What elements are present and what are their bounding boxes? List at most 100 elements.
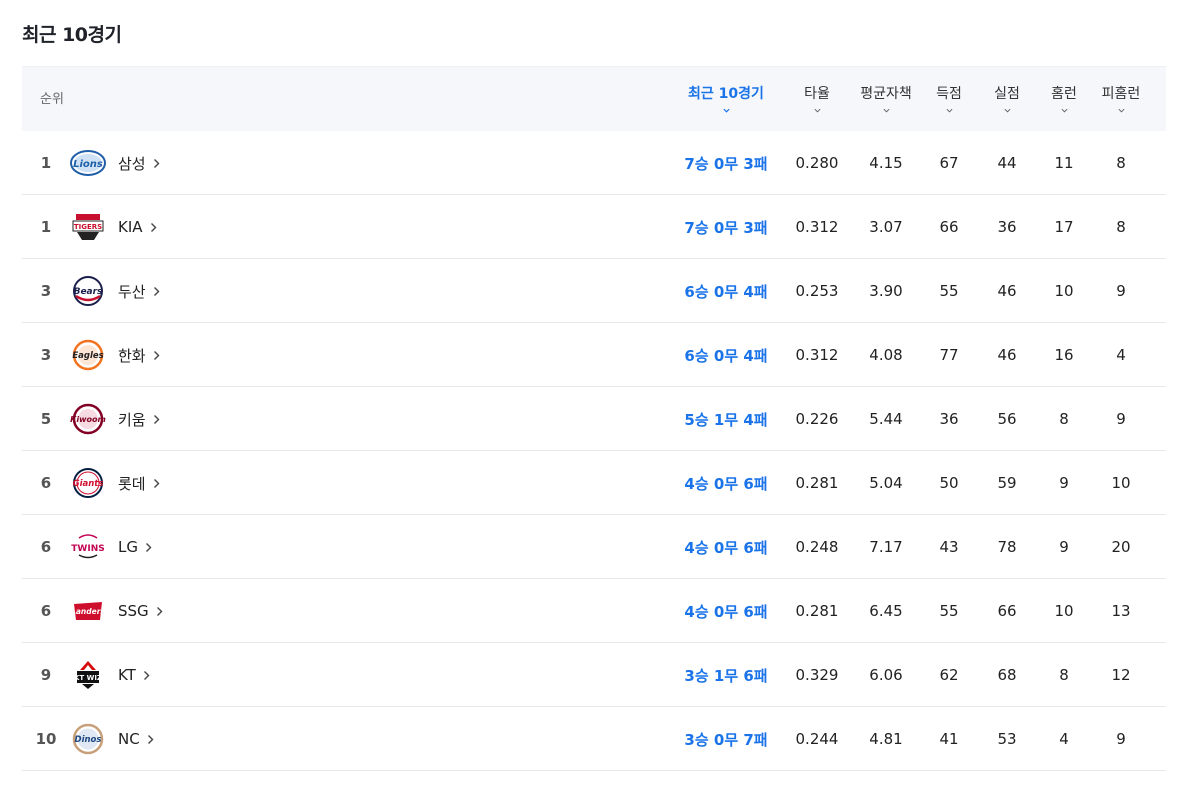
home-runs: 9	[1059, 474, 1069, 492]
batting-avg: 0.312	[795, 218, 839, 236]
runs-allowed: 68	[997, 666, 1017, 684]
home-runs-allowed: 9	[1116, 730, 1126, 748]
sort-hr[interactable]: 홈런	[1039, 67, 1089, 132]
era: 3.90	[869, 282, 903, 300]
runs: 41	[939, 730, 959, 748]
team-link[interactable]: 키움	[118, 387, 160, 451]
recent10-record: 4승 0무 6패	[684, 474, 768, 493]
team-link[interactable]: 한화	[118, 323, 160, 387]
chevron-right-icon	[153, 158, 160, 168]
batting-avg: 0.281	[795, 602, 839, 620]
recent10-record: 7승 0무 3패	[684, 154, 768, 173]
team-name: LG	[118, 538, 138, 556]
team-link[interactable]: KIA	[118, 195, 157, 259]
svg-text:Kiwoom: Kiwoom	[70, 415, 106, 424]
runs: 62	[939, 666, 959, 684]
batting-avg: 0.312	[795, 346, 839, 364]
batting-avg: 0.226	[795, 410, 839, 428]
rank-value: 3	[40, 346, 52, 364]
chevron-right-icon	[145, 542, 152, 552]
runs-allowed: 44	[997, 154, 1017, 172]
chevron-right-icon	[150, 222, 157, 232]
team-link[interactable]: SSG	[118, 579, 163, 643]
table-row: 3 Bears 두산 6승 0무 4패 0.253 3.90 55 46 10 …	[22, 259, 1166, 323]
chevron-right-icon	[153, 414, 160, 424]
sort-runs[interactable]: 득점	[924, 67, 974, 132]
runs: 43	[939, 538, 959, 556]
section-title: 최근 10경기	[22, 24, 122, 46]
dinos-logo-icon: Dinos	[70, 722, 106, 756]
home-runs: 8	[1059, 410, 1069, 428]
team-link[interactable]: KT	[118, 643, 150, 707]
giants-logo-icon: Giants	[70, 466, 106, 500]
table-row: 1 TIGERS KIA 7승 0무 3패 0.312 3.07 66 36 1…	[22, 195, 1166, 259]
sort-runs-label: 득점	[936, 86, 962, 102]
team-name: 키움	[118, 410, 146, 429]
chevron-right-icon	[153, 286, 160, 296]
sort-runs-allowed-label: 실점	[994, 86, 1020, 102]
team-name: 두산	[118, 282, 146, 301]
rank-value: 6	[40, 602, 52, 620]
runs-allowed: 36	[997, 218, 1017, 236]
runs-allowed: 66	[997, 602, 1017, 620]
runs-allowed: 59	[997, 474, 1017, 492]
sort-era[interactable]: 평균자책	[855, 67, 917, 132]
chevron-down-icon	[946, 108, 952, 113]
rank-value: 1	[40, 218, 52, 236]
table-row: 6 TWINS LG 4승 0무 6패 0.248 7.17 43 78 9 2…	[22, 515, 1166, 579]
home-runs-allowed: 8	[1116, 218, 1126, 236]
sort-hr-allowed[interactable]: 피홈런	[1096, 67, 1146, 132]
home-runs-allowed: 20	[1111, 538, 1131, 556]
recent10-record: 6승 0무 4패	[684, 282, 768, 301]
sort-avg[interactable]: 타율	[787, 67, 847, 132]
team-name: NC	[118, 730, 140, 748]
chevron-right-icon	[143, 670, 150, 680]
team-link[interactable]: 삼성	[118, 131, 160, 195]
home-runs-allowed: 9	[1116, 410, 1126, 428]
home-runs: 4	[1059, 730, 1069, 748]
recent10-record: 7승 0무 3패	[684, 218, 768, 237]
runs-allowed: 46	[997, 282, 1017, 300]
recent10-record: 4승 0무 6패	[684, 538, 768, 557]
chevron-down-icon	[1118, 108, 1124, 113]
chevron-right-icon	[147, 734, 154, 744]
team-link[interactable]: LG	[118, 515, 152, 579]
batting-avg: 0.244	[795, 730, 839, 748]
home-runs: 16	[1054, 346, 1074, 364]
home-runs-allowed: 10	[1111, 474, 1131, 492]
table-row: 9 KT WIZ KT 3승 1무 6패 0.329 6.06 62 68 8 …	[22, 643, 1166, 707]
home-runs-allowed: 13	[1111, 602, 1131, 620]
team-name: KT	[118, 666, 136, 684]
standings-table: 순위 최근 10경기 타율 평균자책 득점 실점 홈런 피홈런 1 Lions …	[22, 66, 1166, 771]
team-name: 한화	[118, 346, 146, 365]
batting-avg: 0.329	[795, 666, 839, 684]
batting-avg: 0.253	[795, 282, 839, 300]
chevron-down-icon	[883, 108, 889, 113]
runs: 36	[939, 410, 959, 428]
eagles-logo-icon: Eagles	[70, 338, 106, 372]
bears-logo-icon: Bears	[70, 274, 106, 308]
tigers-logo-icon: TIGERS	[70, 210, 106, 244]
sort-avg-label: 타율	[804, 86, 830, 102]
era: 5.44	[869, 410, 903, 428]
team-link[interactable]: 롯데	[118, 451, 160, 515]
runs-allowed: 56	[997, 410, 1017, 428]
team-name: 삼성	[118, 154, 146, 173]
svg-text:Dinos: Dinos	[75, 735, 102, 745]
sort-recent10-label: 최근 10경기	[688, 86, 764, 102]
rank-value: 5	[40, 410, 52, 428]
sort-hr-label: 홈런	[1051, 86, 1077, 102]
chevron-right-icon	[153, 478, 160, 488]
team-link[interactable]: 두산	[118, 259, 160, 323]
rank-value: 9	[40, 666, 52, 684]
team-name: 롯데	[118, 474, 146, 493]
sort-recent10[interactable]: 최근 10경기	[670, 67, 782, 132]
sort-runs-allowed[interactable]: 실점	[982, 67, 1032, 132]
standings-page: 최근 10경기 순위 최근 10경기 타율 평균자책 득점 실점 홈런 피홈런 …	[0, 0, 1200, 799]
team-link[interactable]: NC	[118, 707, 154, 771]
chevron-down-icon	[1004, 108, 1010, 113]
era: 4.81	[869, 730, 903, 748]
table-row: 1 Lions 삼성 7승 0무 3패 0.280 4.15 67 44 11 …	[22, 131, 1166, 195]
twins-logo-icon: TWINS	[70, 530, 106, 564]
table-row: 6 Landers SSG 4승 0무 6패 0.281 6.45 55 66 …	[22, 579, 1166, 643]
